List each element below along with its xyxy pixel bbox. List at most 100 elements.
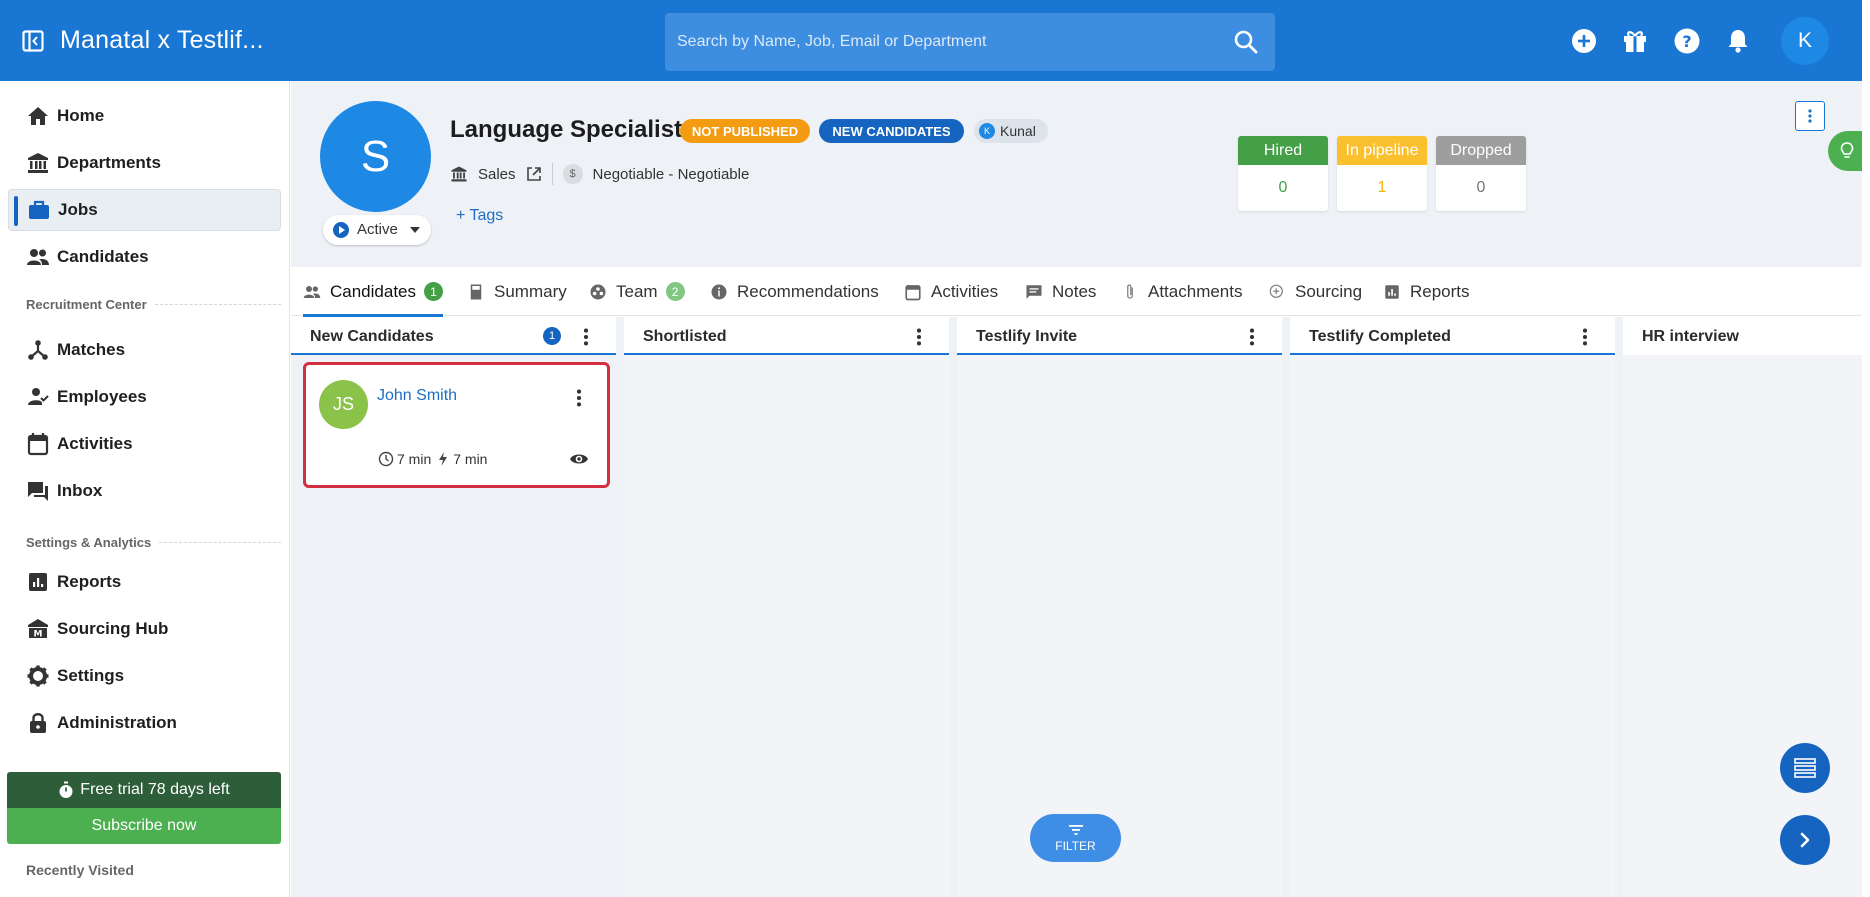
bar-chart-icon [29,573,47,591]
top-bar: Manatal x Testlif... ? K [0,0,1862,81]
job-meta: Sales $ Negotiable - Negotiable [450,161,749,187]
pipeline-column-testlify-completed: Testlify Completed [1290,317,1615,897]
new-candidates-badge[interactable]: NEW CANDIDATES [819,119,964,143]
stat-in-pipeline[interactable]: In pipeline 1 [1337,136,1427,211]
hub-icon [28,340,48,360]
divider [551,163,553,185]
sidebar-item-label: Inbox [57,481,103,500]
clock-icon [378,451,394,467]
sidebar-item-label: Activities [57,434,133,453]
job-header: S Active Language Specialist NOT PUBLISH… [291,81,1868,267]
chat-icon [28,482,48,501]
stat-label: In pipeline [1337,136,1427,165]
tab-sourcing[interactable]: Sourcing [1268,267,1362,316]
sourcing-icon: M [28,619,48,640]
job-tabs: Candidates 1 Summary Team 2 Recommendati… [291,267,1862,317]
lightbulb-icon [1840,142,1854,158]
sidebar-item-home[interactable]: Home [8,95,281,137]
candidate-times: 7 min 7 min [378,451,487,467]
candidate-name[interactable]: John Smith [377,387,457,405]
column-title: Testlify Completed [1309,328,1451,345]
external-link-icon[interactable] [526,166,542,182]
gift-icon[interactable] [1621,27,1649,55]
sidebar-item-label: Sourcing Hub [57,619,169,638]
search-input[interactable] [677,13,1217,71]
sidebar-toggle-icon[interactable] [22,30,44,52]
scroll-right-button[interactable] [1780,815,1830,865]
sidebar-item-inbox[interactable]: Inbox [8,470,281,512]
pipeline-column-new-candidates: New Candidates 1 JS John Smith 7 min 7 m… [291,317,759,897]
department-name[interactable]: Sales [478,166,516,183]
owner-avatar: K [979,123,995,139]
tab-summary[interactable]: Summary [467,267,567,316]
sidebar-item-sourcing-hub[interactable]: M Sourcing Hub [8,608,281,650]
dollar-icon: $ [562,164,583,184]
bell-icon[interactable] [1724,27,1752,55]
section-label: Settings & Analytics [26,535,281,550]
job-status-dropdown[interactable]: Active [323,215,431,245]
sidebar-item-candidates[interactable]: Candidates [8,236,281,278]
column-header[interactable]: New Candidates 1 [291,317,616,355]
candidate-avatar: JS [319,380,368,429]
search-icon[interactable] [1233,29,1259,55]
sidebar-item-departments[interactable]: Departments [8,142,281,184]
owner-chip[interactable]: K Kunal [974,119,1048,143]
column-title: Shortlisted [643,328,727,345]
sidebar-item-jobs[interactable]: Jobs [8,189,281,231]
job-menu-button[interactable] [1795,101,1825,131]
tab-team[interactable]: Team 2 [589,267,685,316]
stat-value: 0 [1278,179,1288,196]
stat-hired[interactable]: Hired 0 [1238,136,1328,211]
column-title: New Candidates [310,328,434,345]
app-title[interactable]: Manatal x Testlif... [60,26,264,55]
tab-notes[interactable]: Notes [1025,267,1096,316]
tab-recommendations[interactable]: Recommendations [710,267,879,316]
tab-count-badge: 1 [424,282,444,301]
sidebar-item-label: Jobs [58,200,98,219]
tab-reports[interactable]: Reports [1383,267,1470,316]
status-badge[interactable]: NOT PUBLISHED [680,119,810,143]
svg-text:M: M [34,630,43,640]
filter-label: FILTER [1055,838,1096,853]
column-header[interactable]: Testlify Invite [957,317,1282,355]
kebab-icon[interactable] [1244,328,1260,346]
sidebar-item-matches[interactable]: Matches [8,329,281,371]
filter-button[interactable]: FILTER [1030,814,1121,862]
stopwatch-icon [59,781,73,798]
sidebar-item-settings[interactable]: Settings [8,655,281,697]
kebab-icon[interactable] [911,328,927,346]
tab-count-badge: 2 [665,282,685,301]
tab-label: Attachments [1148,281,1243,301]
candidate-card[interactable]: JS John Smith 7 min 7 min [303,362,610,488]
sidebar-item-label: Reports [57,572,122,591]
tab-label: Reports [1410,281,1470,301]
tab-label: Recommendations [737,281,879,301]
board-view-button[interactable] [1780,743,1830,793]
user-avatar[interactable]: K [1781,17,1829,65]
time-active: 7 min [453,451,488,467]
sidebar-item-employees[interactable]: Employees [8,376,281,418]
tab-candidates[interactable]: Candidates 1 [303,267,444,317]
column-header[interactable]: Shortlisted [624,317,949,355]
add-tags-link[interactable]: + Tags [456,207,503,225]
kebab-icon[interactable] [573,389,585,407]
stat-dropped[interactable]: Dropped 0 [1436,136,1526,211]
sidebar-item-reports[interactable]: Reports [8,561,281,603]
subscribe-button[interactable]: Subscribe now [7,808,281,844]
column-header[interactable]: HR interview [1623,317,1862,355]
gear-icon [27,665,49,687]
sidebar-item-administration[interactable]: Administration [8,702,281,744]
plus-circle-icon[interactable] [1570,27,1598,55]
global-search[interactable] [665,13,1275,71]
help-icon[interactable]: ? [1673,27,1701,55]
chevron-down-icon [410,227,420,233]
kebab-icon[interactable] [1577,328,1593,346]
eye-icon[interactable] [569,451,589,467]
sidebar-item-activities[interactable]: Activities [8,423,281,465]
chevron-right-icon [1800,832,1810,848]
job-avatar: S [320,101,431,212]
tab-attachments[interactable]: Attachments [1121,267,1243,316]
tab-activities[interactable]: Activities [904,267,998,316]
column-header[interactable]: Testlify Completed [1290,317,1615,355]
kebab-icon[interactable] [578,328,594,346]
